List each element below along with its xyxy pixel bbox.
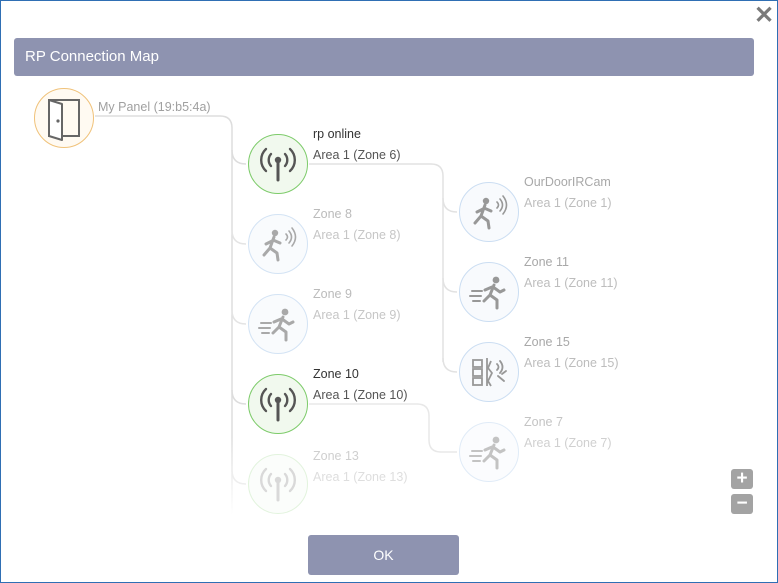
node-zone-9-name: Zone 9: [313, 287, 352, 301]
link-panel-zone8: [231, 229, 247, 245]
link-zone10-zone7: [309, 403, 457, 453]
node-ourdoorircam[interactable]: [459, 182, 519, 242]
runner-icon: [469, 436, 506, 470]
antenna-icon: [260, 147, 296, 182]
zoom-out-button[interactable]: −: [731, 494, 753, 514]
node-ourdoorircam-area: Area 1 (Zone 1): [524, 196, 612, 210]
node-zone-10-area: Area 1 (Zone 10): [313, 388, 408, 402]
node-zone-13-area: Area 1 (Zone 13): [313, 470, 408, 484]
node-rp-online-area: Area 1 (Zone 6): [313, 148, 401, 162]
antenna-icon: [260, 387, 296, 422]
ok-button[interactable]: OK: [308, 535, 459, 575]
zoom-in-button[interactable]: +: [731, 469, 753, 489]
runner-icon: [469, 276, 506, 310]
link-rp-zone11: [442, 277, 458, 293]
connection-lines: [95, 115, 458, 515]
motion-sensor-icon: [262, 227, 297, 262]
node-zone-7-name: Zone 7: [524, 415, 563, 429]
node-zone-15-area: Area 1 (Zone 15): [524, 356, 619, 370]
node-zone-11-name: Zone 11: [524, 255, 569, 269]
link-panel-zone13: [231, 469, 247, 485]
link-panel-trunk: [95, 115, 233, 515]
node-zone-11[interactable]: [459, 262, 519, 322]
node-zone-10[interactable]: [248, 374, 308, 434]
node-zone-13[interactable]: [248, 454, 308, 514]
link-rp-trunk: [309, 163, 444, 362]
motion-sensor-icon: [473, 195, 508, 230]
node-zone-15[interactable]: [459, 342, 519, 402]
node-zone-11-area: Area 1 (Zone 11): [524, 276, 618, 290]
node-rp-online-name: rp online: [313, 127, 361, 141]
node-zone-7-area: Area 1 (Zone 7): [524, 436, 612, 450]
node-rp-online[interactable]: [248, 134, 308, 194]
glass-break-icon: [472, 358, 507, 387]
link-panel-zone10: [231, 389, 247, 405]
node-zone-13-name: Zone 13: [313, 449, 359, 463]
node-zone-7[interactable]: [459, 422, 519, 482]
link-panel-rp: [231, 149, 247, 165]
node-zone-9-area: Area 1 (Zone 9): [313, 308, 401, 322]
node-my-panel[interactable]: [34, 88, 94, 148]
node-ourdoorircam-name: OurDoorIRCam: [524, 175, 611, 189]
node-zone-8[interactable]: [248, 214, 308, 274]
connection-map[interactable]: My Panel (19:b5:4a) rp online Area 1 (Zo…: [0, 0, 778, 583]
node-zone-8-name: Zone 8: [313, 207, 352, 221]
link-panel-zone9: [231, 309, 247, 325]
node-zone-8-area: Area 1 (Zone 8): [313, 228, 401, 242]
link-rp-zone15: [442, 357, 458, 373]
panel-door-icon: [48, 99, 80, 141]
runner-icon: [258, 308, 295, 342]
node-zone-9[interactable]: [248, 294, 308, 354]
node-zone-15-name: Zone 15: [524, 335, 570, 349]
node-my-panel-name: My Panel (19:b5:4a): [98, 100, 211, 114]
link-rp-ourdoor: [442, 197, 458, 213]
antenna-icon: [260, 467, 296, 502]
node-zone-10-name: Zone 10: [313, 367, 359, 381]
